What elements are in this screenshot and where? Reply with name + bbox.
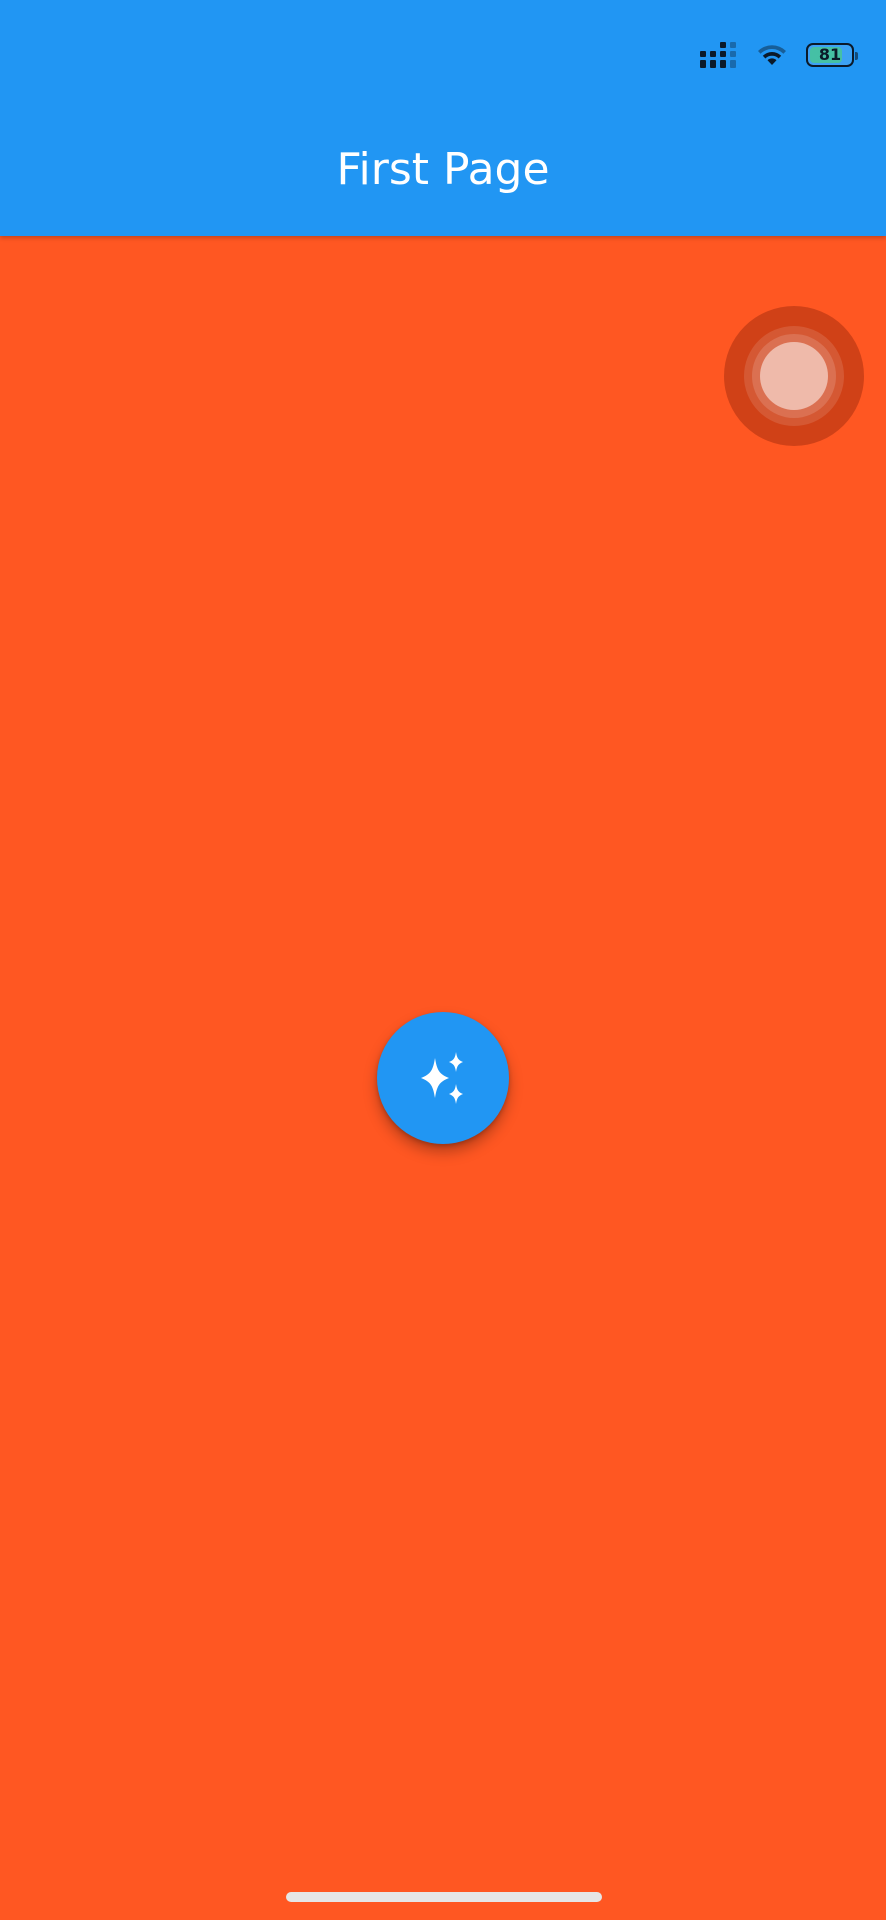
battery-percentage: 81	[818, 45, 842, 64]
app-bar: 81 First Page	[0, 0, 886, 236]
page-title: First Page	[336, 144, 550, 195]
wifi-icon	[758, 45, 786, 65]
home-indicator[interactable]	[286, 1892, 602, 1902]
assistive-touch-button[interactable]	[724, 306, 864, 446]
assistive-touch-core	[760, 342, 828, 410]
battery-indicator: 81	[806, 43, 858, 67]
assistive-touch-icon	[744, 326, 844, 426]
cellular-signal-icon	[700, 42, 736, 68]
sparkles-icon	[421, 1052, 463, 1104]
sparkles-fab-button[interactable]	[377, 1012, 509, 1144]
assistive-touch-ring	[752, 334, 836, 418]
battery-tip	[855, 52, 858, 60]
status-bar: 81	[700, 40, 858, 70]
